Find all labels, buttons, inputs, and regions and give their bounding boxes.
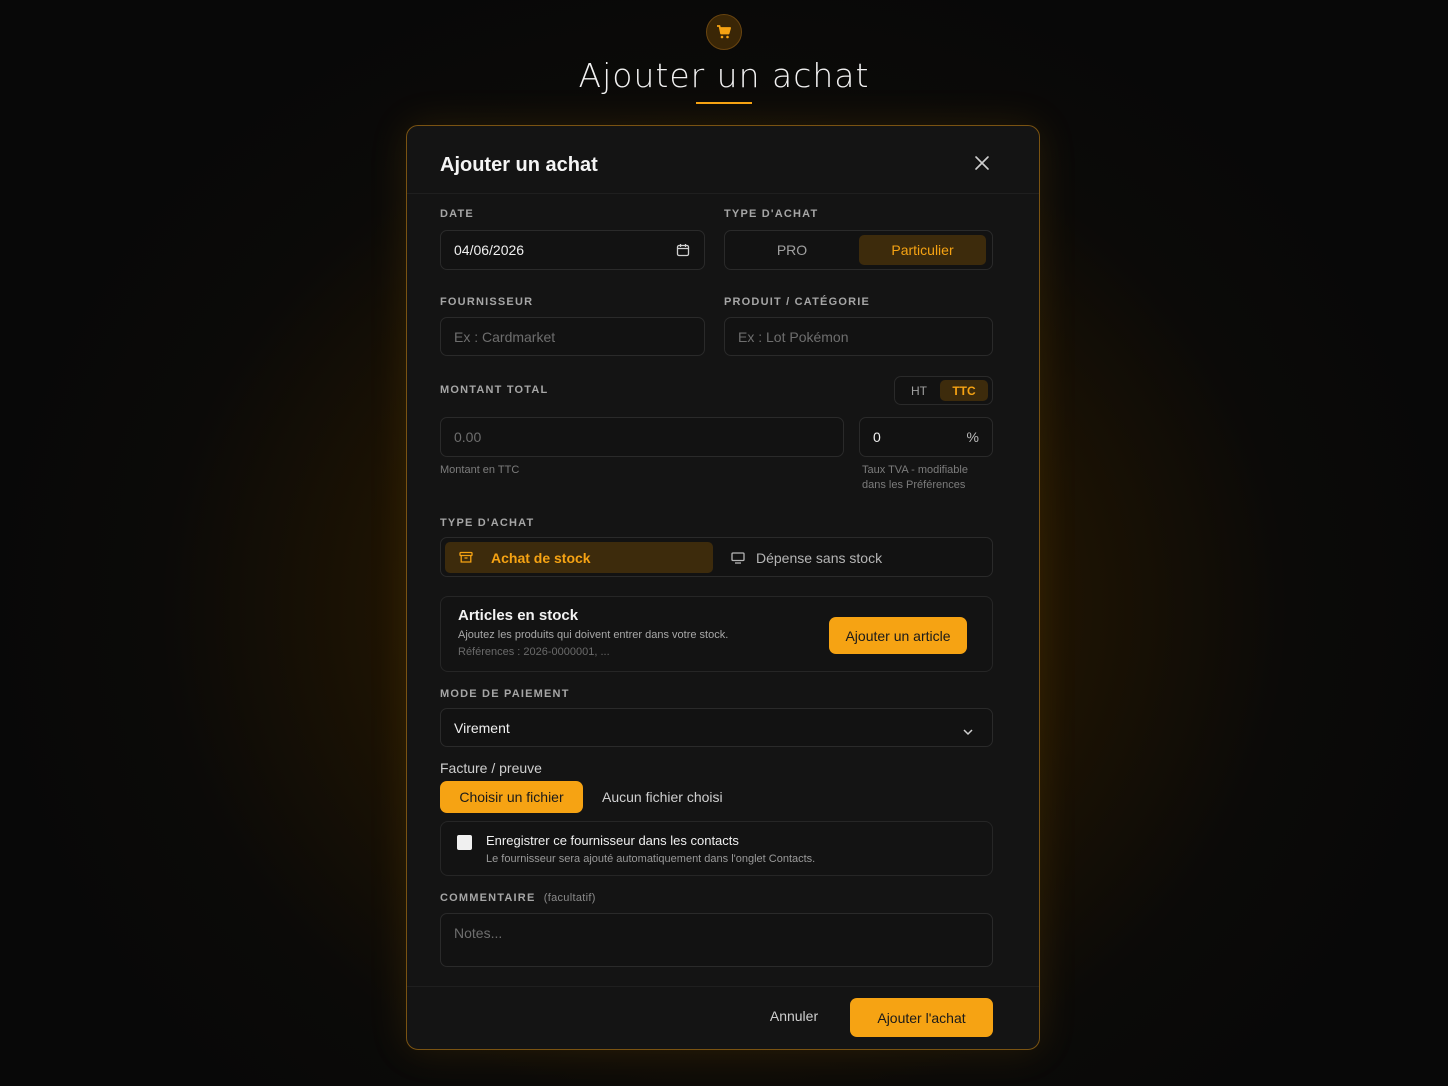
client-type-pro[interactable]: PRO	[729, 235, 855, 265]
save-contact-label: Enregistrer ce fournisseur dans les cont…	[486, 833, 739, 848]
modal-title: Ajouter un achat	[440, 154, 598, 176]
archive-box-icon	[459, 551, 473, 564]
title-underline	[696, 102, 752, 104]
calendar-icon[interactable]	[676, 243, 690, 260]
comment-label: COMMENTAIRE (facultatif)	[440, 892, 596, 904]
vat-hint-line1: Taux TVA - modifiable	[862, 464, 968, 476]
invoice-label: Facture / preuve	[440, 760, 542, 776]
amount-hint: Montant en TTC	[440, 464, 520, 476]
tax-mode-ttc[interactable]: TTC	[940, 380, 988, 401]
shopping-cart-icon	[706, 14, 742, 50]
monitor-icon	[731, 551, 745, 564]
purchase-kind-expense-label: Dépense sans stock	[756, 549, 883, 566]
purchase-kind-expense[interactable]: Dépense sans stock	[717, 542, 987, 573]
client-type-toggle: PRO Particulier	[724, 230, 993, 270]
vat-rate-input[interactable]: 0 %	[859, 417, 993, 457]
vat-hint-line2: dans les Préférences	[862, 479, 966, 491]
payment-selected: Virement	[454, 719, 510, 736]
modal-header: Ajouter un achat	[407, 126, 1039, 194]
purchase-kind-stock[interactable]: Achat de stock	[445, 542, 713, 573]
add-article-button[interactable]: Ajouter un article	[829, 617, 967, 654]
stock-articles-references: Références : 2026-0000001, ...	[458, 646, 610, 658]
cancel-button[interactable]: Annuler	[753, 1008, 835, 1030]
file-status: Aucun fichier choisi	[602, 789, 723, 805]
tax-mode-toggle: HT TTC	[894, 376, 993, 405]
supplier-input[interactable]: Ex : Cardmarket	[440, 317, 705, 356]
tax-mode-ht[interactable]: HT	[898, 380, 940, 401]
stock-articles-description: Ajoutez les produits qui doivent entrer …	[458, 629, 729, 641]
product-placeholder: Ex : Lot Pokémon	[738, 328, 849, 345]
payment-select[interactable]: Virement	[440, 708, 993, 747]
page-title: Ajouter un achat	[578, 56, 870, 95]
vat-rate-value: 0	[873, 429, 881, 445]
close-icon[interactable]	[973, 154, 991, 172]
purchase-kind-toggle: Achat de stock Dépense sans stock	[440, 537, 993, 577]
client-type-label: TYPE D'ACHAT	[724, 208, 819, 220]
date-label: DATE	[440, 208, 474, 220]
date-input[interactable]: 04/06/2026	[440, 230, 705, 270]
save-contact-checkbox[interactable]	[457, 835, 472, 850]
product-label: PRODUIT / CATÉGORIE	[724, 296, 871, 308]
add-purchase-modal: Ajouter un achat DATE 04/06/2026 TYPE D'…	[406, 125, 1040, 1050]
payment-label: MODE DE PAIEMENT	[440, 688, 570, 700]
save-contact-hint: Le fournisseur sera ajouté automatiqueme…	[486, 853, 816, 865]
comment-label-text: COMMENTAIRE	[440, 892, 536, 904]
product-input[interactable]: Ex : Lot Pokémon	[724, 317, 993, 356]
comment-optional: (facultatif)	[543, 892, 596, 904]
client-type-particulier[interactable]: Particulier	[859, 235, 986, 265]
amount-placeholder: 0.00	[454, 429, 482, 445]
stock-articles-card: Articles en stock Ajoutez les produits q…	[440, 596, 993, 672]
amount-input[interactable]: 0.00	[440, 417, 844, 457]
chevron-down-icon	[962, 723, 974, 739]
comment-placeholder: Notes...	[454, 925, 503, 941]
supplier-label: FOURNISSEUR	[440, 296, 534, 308]
add-purchase-button[interactable]: Ajouter l'achat	[850, 998, 993, 1037]
vat-percent-sign: %	[966, 429, 979, 445]
choose-file-button[interactable]: Choisir un fichier	[440, 781, 583, 813]
save-contact-card: Enregistrer ce fournisseur dans les cont…	[440, 821, 993, 876]
supplier-placeholder: Ex : Cardmarket	[454, 328, 556, 345]
modal-footer: Annuler Ajouter l'achat	[407, 986, 1039, 1049]
amount-label: MONTANT TOTAL	[440, 384, 549, 396]
purchase-kind-label: TYPE D'ACHAT	[440, 517, 535, 529]
date-value: 04/06/2026	[454, 242, 525, 258]
stock-articles-title: Articles en stock	[458, 607, 579, 624]
purchase-kind-stock-label: Achat de stock	[491, 549, 591, 566]
comment-textarea[interactable]: Notes...	[440, 913, 993, 967]
